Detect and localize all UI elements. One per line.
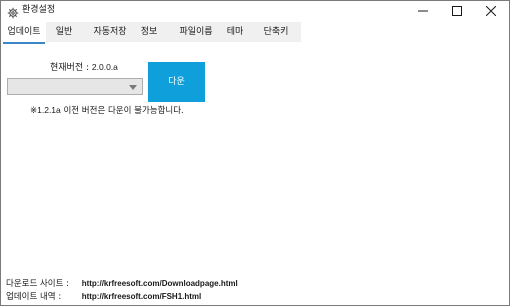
version-note: ※1.2.1a 이전 버전은 다운이 불가능합니다. — [30, 105, 184, 117]
close-button[interactable] — [475, 1, 507, 21]
tab-update[interactable]: 업데이트 — [3, 22, 45, 44]
note-version: 1.2.1a — [37, 105, 61, 115]
tab-theme[interactable]: 테마 — [223, 22, 247, 42]
tab-info[interactable]: 정보 — [137, 22, 161, 42]
current-version-label: 현재버전 : 2.0.0.a — [50, 61, 118, 74]
chevron-down-icon — [129, 85, 137, 90]
minimize-button[interactable] — [407, 1, 439, 21]
tab-autosave[interactable]: 자동저장 — [89, 22, 131, 42]
maximize-button[interactable] — [441, 1, 473, 21]
update-history-link[interactable]: http://krfreesoft.com/FSH1.html — [82, 292, 202, 301]
version-select[interactable] — [7, 78, 143, 95]
tab-filename[interactable]: 파일이름 — [175, 22, 217, 42]
tab-shortcut[interactable]: 단축키 — [259, 22, 293, 42]
download-site-row: 다운로드 사이트 : http://krfreesoft.com/Downloa… — [6, 278, 238, 290]
title-bar: 환경설정 — [1, 1, 509, 21]
download-site-label: 다운로드 사이트 : — [6, 279, 70, 289]
settings-window: 환경설정 업데이트 일반 자동저장 정보 파일이름 테마 단축키 현재버전 : … — [0, 0, 510, 306]
minimize-icon — [418, 10, 428, 12]
current-version-value: 2.0.0.a — [91, 62, 118, 72]
update-history-label: 업데이트 내역 : — [6, 292, 62, 302]
close-icon — [486, 6, 496, 16]
gear-icon — [7, 4, 19, 19]
window-title: 환경설정 — [22, 5, 56, 15]
current-version-caption: 현재버전 : — [50, 63, 90, 73]
download-button[interactable]: 다운 — [148, 62, 205, 102]
maximize-icon — [452, 6, 462, 16]
tab-bar: 업데이트 일반 자동저장 정보 파일이름 테마 단축키 — [1, 22, 509, 44]
note-text: 이전 버전은 다운이 불가능합니다. — [60, 106, 184, 116]
tab-general[interactable]: 일반 — [52, 22, 76, 42]
update-history-row: 업데이트 내역 : http://krfreesoft.com/FSH1.htm… — [6, 291, 201, 303]
download-site-link[interactable]: http://krfreesoft.com/Downloadpage.html — [82, 279, 238, 288]
